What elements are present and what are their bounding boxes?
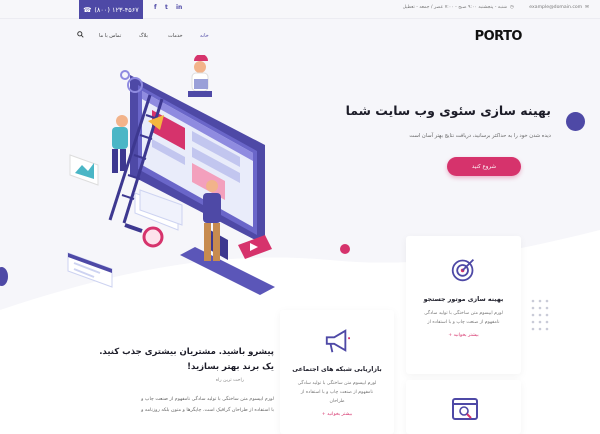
email-link[interactable]: example@domain.com ✉ — [529, 5, 589, 10]
hero-subtitle: دیده شدن خود را به حداکثر برسانید، دریاف… — [409, 133, 551, 139]
megaphone-icon — [325, 329, 350, 353]
decor-dot-blue — [566, 112, 585, 131]
clock-icon: ◷ — [509, 5, 514, 10]
read-more-link[interactable]: بیشتر بخوانید + — [280, 412, 394, 417]
read-more-link[interactable]: بیشتر بخوانید + — [406, 333, 521, 338]
dots-pattern — [531, 299, 549, 331]
facebook-icon[interactable]: f — [154, 4, 157, 11]
section-subtitle: راحت ترین راه — [215, 378, 244, 383]
card-title: بازاریابی شبکه های اجتماعی — [292, 366, 382, 373]
twitter-icon[interactable]: t — [165, 4, 168, 11]
target-icon — [451, 258, 475, 282]
card-text-line: لورم ایپسوم متن ساختگی با تولید سادگی — [424, 311, 503, 316]
card-text-line: لورم ایپسوم متن ساختگی با تولید سادگی — [297, 381, 377, 386]
logo[interactable]: PORTO — [475, 29, 523, 44]
nav-item-services[interactable]: خدمات — [168, 33, 183, 39]
card-text-line: طراحان — [329, 399, 345, 404]
phone-button[interactable]: ☎ (۸۰۰) ۱۲۳-۴۵۶۷ — [79, 0, 143, 19]
linkedin-icon[interactable]: in — [176, 4, 182, 11]
top-bar: ☎ (۸۰۰) ۱۲۳-۴۵۶۷ f t in ◷ شنبه - پنجشنبه… — [0, 0, 600, 19]
phone-icon: ☎ — [83, 5, 92, 14]
decor-dot-pink — [340, 244, 350, 254]
nav-item-home[interactable]: خانه — [200, 33, 209, 39]
section-paragraph: لورم ایپسوم متن ساختگی با تولید سادگی نا… — [141, 397, 274, 413]
get-started-button[interactable]: شروع کنید — [447, 157, 521, 176]
service-card-analytics[interactable] — [406, 380, 521, 434]
service-card-social[interactable]: بازاریابی شبکه های اجتماعی لورم ایپسوم م… — [280, 310, 394, 434]
nav-item-contact[interactable]: تماس با ما — [99, 33, 121, 39]
envelope-icon: ✉ — [585, 5, 589, 10]
section-title: پیشرو باشید. مشتریان بیشتری جذب کنید. یک… — [99, 347, 274, 372]
service-card-seo[interactable]: بهینه سازی موتور جستجو لورم ایپسوم متن س… — [406, 236, 521, 374]
hero-illustration — [67, 55, 275, 295]
search-window-icon — [452, 398, 478, 420]
card-title: بهینه سازی موتور جستجو — [423, 296, 504, 303]
card-text-line: نامفهوم از صنعت چاپ و با استفاده از — [427, 320, 500, 325]
nav-item-blog[interactable]: بلاگ — [139, 33, 148, 39]
opening-hours: ◷ شنبه - پنجشنبه ۹:۰۰ صبح - ۷:۰۰ عصر / ج… — [402, 5, 514, 10]
phone-number: (۸۰۰) ۱۲۳-۴۵۶۷ — [94, 5, 139, 14]
card-text-line: نامفهوم از صنعت چاپ و با استفاده از — [300, 390, 374, 395]
hero-title: بهینه سازی سئوی وب سایت شما — [345, 103, 551, 118]
search-icon[interactable] — [77, 31, 84, 38]
